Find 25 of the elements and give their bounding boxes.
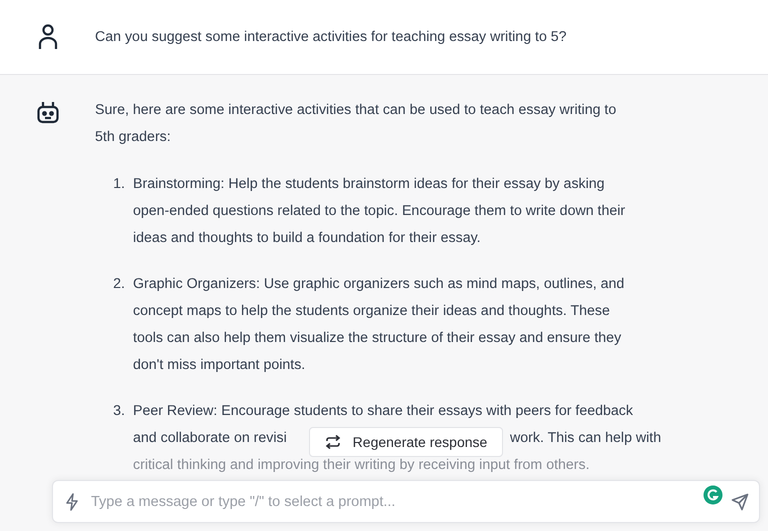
send-icon[interactable]	[731, 492, 749, 510]
list-item-text: work. This can help with	[510, 429, 662, 448]
refresh-icon	[324, 435, 341, 449]
list-item-text: critical thinking and improving their writing by receiving input from others.	[133, 456, 591, 475]
list-item-text: ideas and thoughts to build a foundation for their essay.	[133, 229, 482, 248]
list-item-text: Brainstorming: Help the students brainstorm ideas for their essay by asking	[133, 175, 606, 194]
user-message: Can you suggest some interactive activities for teaching essay writing to 5?	[95, 29, 567, 45]
message-box[interactable]: Type a message or type "/" to select a prompt...	[52, 480, 760, 523]
robot-icon	[36, 100, 60, 125]
list-number: 2.	[113, 275, 125, 294]
list-item-text: tools can also help them visualize the structure of their essay and ensure they	[133, 329, 622, 348]
list-item-text: Peer Review: Encourage students to share their essays with peers for feedback	[133, 402, 634, 421]
list-item-text: don't miss important points.	[133, 356, 306, 375]
list-item-text: concept maps to help the students organize their ideas and thoughts. These	[133, 302, 611, 321]
list-item-text: Graphic Organizers: Use graphic organizers such as mind maps, outlines, and	[133, 275, 624, 294]
message-field[interactable]: Type a message or type "/" to select a prompt...	[89, 492, 689, 510]
list-item-text: and collaborate on revisi	[133, 429, 287, 448]
assistant-message-intro: Sure, here are some interactive activities that can be used to teach essay writing to 5th graders:	[95, 101, 618, 147]
lightning-icon	[65, 492, 79, 510]
list-number: 1.	[113, 175, 125, 194]
regenerate-button[interactable]: Regenerate response	[309, 427, 503, 457]
list-item-text: open-ended questions related to the topic. Encourage them to write down their	[133, 202, 626, 221]
g-badge-icon	[703, 485, 723, 505]
list-number: 3.	[113, 402, 125, 421]
user-icon	[38, 24, 58, 50]
